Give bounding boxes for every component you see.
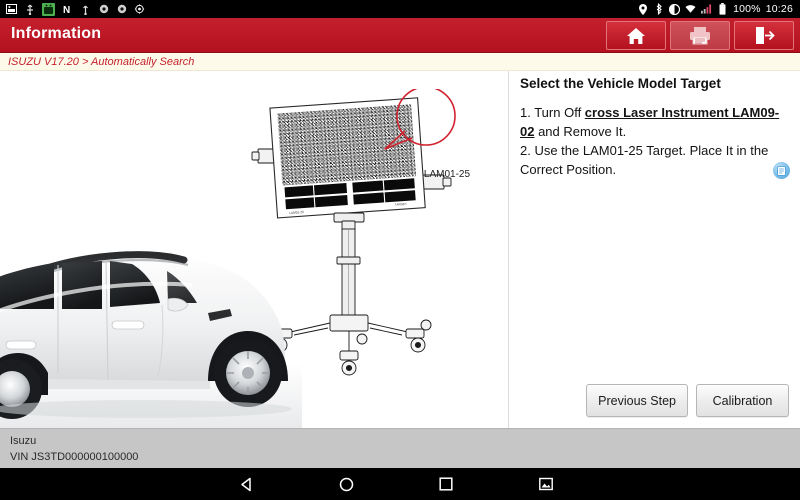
- battery-icon: [717, 3, 728, 15]
- vehicle-make: Isuzu: [10, 435, 37, 447]
- android-icon: [42, 2, 55, 16]
- previous-step-button[interactable]: Previous Step: [586, 384, 688, 417]
- location-icon: [637, 3, 648, 15]
- settings-small-icon-2: [116, 3, 127, 15]
- recents-square-icon: [439, 477, 453, 491]
- exit-icon: [754, 26, 775, 45]
- signal-icon: [701, 3, 712, 15]
- step-1-suffix: and Remove It.: [534, 124, 627, 139]
- usb-device-icon: [80, 3, 91, 15]
- android-status-bar: N 100% 10:26: [0, 0, 800, 18]
- step-1-prefix: 1. Turn Off: [520, 105, 585, 120]
- page-title: Information: [11, 25, 102, 42]
- n-icon: N: [62, 3, 73, 15]
- printer-icon: [689, 26, 711, 45]
- bluetooth-icon: [653, 3, 664, 15]
- app-root: N 100% 10:26 Information ISUZU V17.20 > …: [0, 0, 800, 500]
- instruction-title: Select the Vehicle Model Target: [520, 76, 721, 91]
- usb-icon: [24, 3, 35, 15]
- title-bar-actions: [606, 21, 794, 50]
- clock-label: 10:26: [765, 3, 793, 15]
- breadcrumb[interactable]: ISUZU V17.20 > Automatically Search: [0, 53, 800, 71]
- instruction-body: 1. Turn Off cross Laser Instrument LAM09…: [520, 103, 788, 179]
- vehicle-photo: [0, 251, 302, 428]
- android-nav-bar: [0, 468, 800, 500]
- back-icon: [240, 477, 251, 491]
- settings-small-icon: [98, 3, 109, 15]
- instruction-panel: Select the Vehicle Model Target 1. Turn …: [509, 71, 800, 428]
- home-circle-icon: [339, 477, 353, 491]
- step-2: 2. Use the LAM01-25 Target. Place It in …: [520, 143, 769, 177]
- app-title-bar: Information: [0, 18, 800, 53]
- home-button[interactable]: [606, 21, 666, 50]
- vehicle-info-footer: Isuzu VIN JS3TD000000100000: [0, 428, 800, 468]
- action-button-row: Previous Step Calibration: [509, 384, 800, 417]
- status-bar-left-icons: N: [0, 2, 145, 16]
- do-not-disturb-icon: [669, 3, 681, 15]
- battery-percent-label: 100%: [733, 3, 761, 15]
- print-button[interactable]: [670, 21, 730, 50]
- image-icon: [6, 3, 17, 15]
- vehicle-vin: VIN JS3TD000000100000: [10, 451, 139, 463]
- bug-icon: [134, 3, 145, 15]
- callout-label: LAM01-25: [423, 169, 471, 180]
- nav-screenshot-button[interactable]: [496, 468, 596, 500]
- svg-text:TARGET: TARGET: [395, 202, 407, 207]
- svg-text:N: N: [63, 5, 70, 15]
- status-bar-right-icons: 100% 10:26: [637, 3, 800, 15]
- nav-recents-button[interactable]: [396, 468, 496, 500]
- wifi-icon: [685, 3, 696, 15]
- home-icon: [626, 27, 646, 45]
- nav-home-button[interactable]: [296, 468, 396, 500]
- illustration-area: LAM01-25 TARGET LAM01-25: [0, 71, 508, 428]
- exit-button[interactable]: [734, 21, 794, 50]
- main-content: LAM01-25 TARGET LAM01-25 Select the Vehi…: [0, 71, 800, 428]
- screenshot-icon: [539, 477, 553, 491]
- document-icon[interactable]: [773, 162, 790, 179]
- breadcrumb-text: ISUZU V17.20 > Automatically Search: [8, 55, 195, 68]
- calibration-button[interactable]: Calibration: [696, 384, 789, 417]
- nav-back-button[interactable]: [196, 468, 296, 500]
